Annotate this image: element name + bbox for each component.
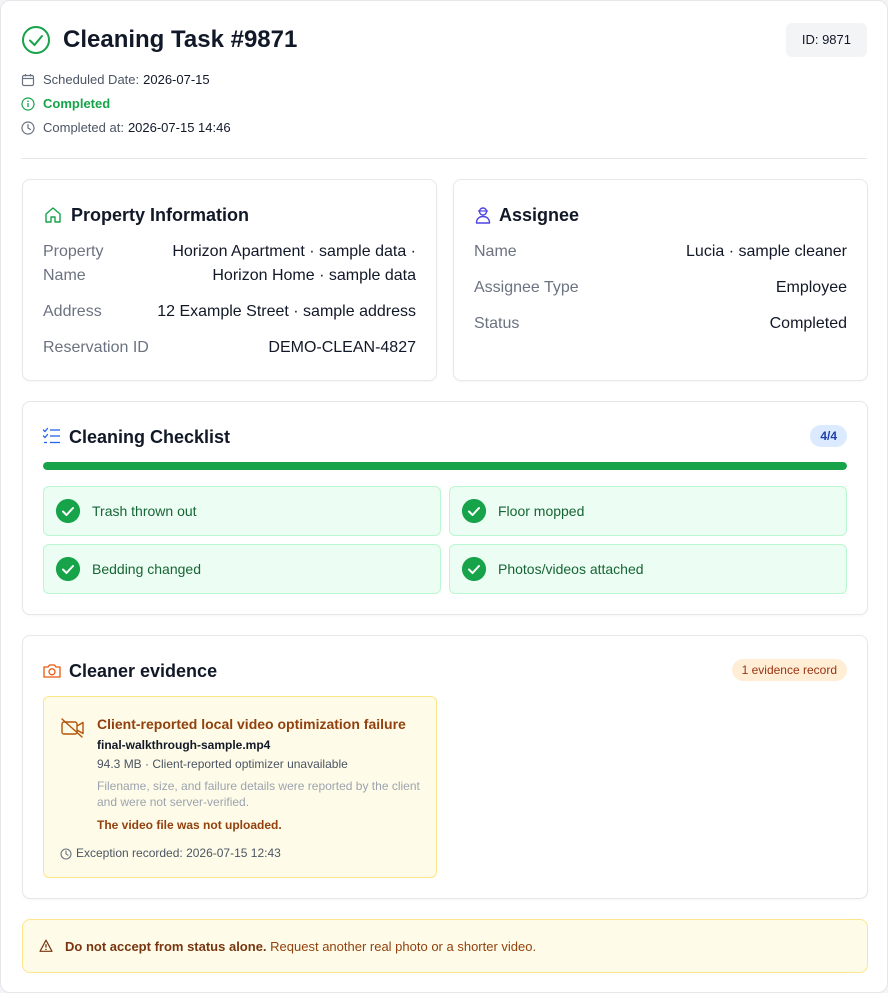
checklist-item[interactable]: Bedding changed (43, 544, 441, 594)
evidence-filename: final-walkthrough-sample.mp4 (97, 738, 271, 752)
clock-icon (60, 847, 72, 860)
property-name-label-2: Name (43, 267, 86, 284)
evidence-warning: The video file was not uploaded. (97, 818, 282, 832)
calendar-icon (21, 74, 35, 87)
checklist-item-label: Bedding changed (92, 561, 201, 577)
assignee-name-label: Name (474, 243, 517, 260)
assignee-status-value: Completed (769, 315, 847, 332)
checklist-item[interactable]: Trash thrown out (43, 486, 441, 536)
property-card-title: Property Information (71, 205, 250, 225)
list-check-icon (42, 427, 60, 444)
check-icon (462, 557, 486, 581)
home-icon (45, 207, 61, 223)
header-divider (21, 158, 867, 159)
assignee-card: Assignee Name Lucia · sample cleaner Ass… (453, 179, 868, 381)
task-header: Cleaning Task #9871 ID: 9871 (21, 23, 867, 59)
checklist-item-label: Trash thrown out (92, 503, 197, 519)
check-icon (56, 499, 80, 523)
status-text: Completed (43, 96, 111, 111)
completed-at-row: Completed at: 2026-07-15 14:46 (21, 120, 231, 136)
assignee-card-title: Assignee (499, 205, 580, 225)
reservation-value: DEMO-CLEAN-4827 (268, 339, 416, 356)
page-title: Cleaning Task #9871 (63, 26, 298, 53)
property-name-value-1: Horizon Apartment · sample data · (172, 243, 416, 260)
evidence-record: Client-reported local video optimization… (43, 696, 437, 878)
task-detail-page: Cleaning Task #9871 ID: 9871 Scheduled D… (0, 0, 888, 993)
assignee-type-label: Assignee Type (474, 279, 579, 296)
check-circle-icon (22, 26, 50, 54)
info-icon (21, 97, 35, 111)
property-name-label-1: Property (43, 243, 104, 260)
evidence-size: 94.3 MB · Client-reported optimizer unav… (97, 757, 348, 771)
user-icon (475, 207, 491, 224)
address-value: 12 Example Street · sample address (157, 303, 416, 320)
checklist-item[interactable]: Photos/videos attached (449, 544, 847, 594)
acceptance-warning-alert: Do not accept from status alone. Request… (22, 919, 868, 973)
assignee-type-value: Employee (775, 279, 847, 296)
checklist-item-label: Photos/videos attached (498, 561, 644, 577)
completed-value: 2026-07-15 14:46 (127, 120, 231, 135)
reservation-label: Reservation ID (43, 339, 149, 356)
status-row: Completed (21, 96, 110, 112)
evidence-card: Cleaner evidence 1 evidence record Clien… (22, 635, 868, 899)
assignee-status-label: Status (474, 315, 520, 332)
assignee-name-value: Lucia · sample cleaner (686, 243, 847, 260)
check-icon (462, 499, 486, 523)
alert-bold-text: Do not accept from status alone. (65, 939, 267, 954)
alert-body-text: Request another real photo or a shorter … (266, 939, 537, 954)
evidence-record-title: Client-reported local video optimization… (97, 716, 406, 732)
completed-label: Completed at: (43, 120, 124, 135)
video-off-icon (61, 718, 84, 738)
address-label: Address (43, 303, 102, 320)
checklist-count-badge: 4/4 (810, 425, 847, 447)
evidence-note: Filename, size, and failure details were… (97, 779, 420, 809)
check-icon (56, 557, 80, 581)
evidence-recorded-text: Exception recorded: 2026-07-15 12:43 (76, 846, 281, 860)
scheduled-label: Scheduled Date: (43, 72, 140, 87)
checklist-item-label: Floor mopped (498, 503, 585, 519)
scheduled-value: 2026-07-15 (143, 72, 210, 87)
alert-text: Do not accept from status alone. Request… (65, 938, 536, 955)
warning-icon (39, 939, 53, 952)
camera-icon (43, 664, 61, 678)
checklist-item[interactable]: Floor mopped (449, 486, 847, 536)
task-id-badge: ID: 9871 (785, 23, 867, 57)
checklist-card-title: Cleaning Checklist (69, 427, 231, 447)
evidence-recorded-time: Exception recorded: 2026-07-15 12:43 (60, 846, 281, 861)
property-name-value-2: Horizon Home · sample data (212, 267, 416, 284)
evidence-card-title: Cleaner evidence (69, 661, 218, 681)
clock-icon (21, 121, 35, 135)
evidence-count-badge: 1 evidence record (731, 659, 847, 681)
property-card: Property Information Property Name Horiz… (22, 179, 437, 381)
checklist-progress-bar (43, 462, 847, 470)
scheduled-date-row: Scheduled Date: 2026-07-15 (21, 72, 210, 88)
checklist-progress-fill (43, 462, 847, 470)
checklist-card: Cleaning Checklist 4/4 Trash thrown out … (22, 401, 868, 615)
